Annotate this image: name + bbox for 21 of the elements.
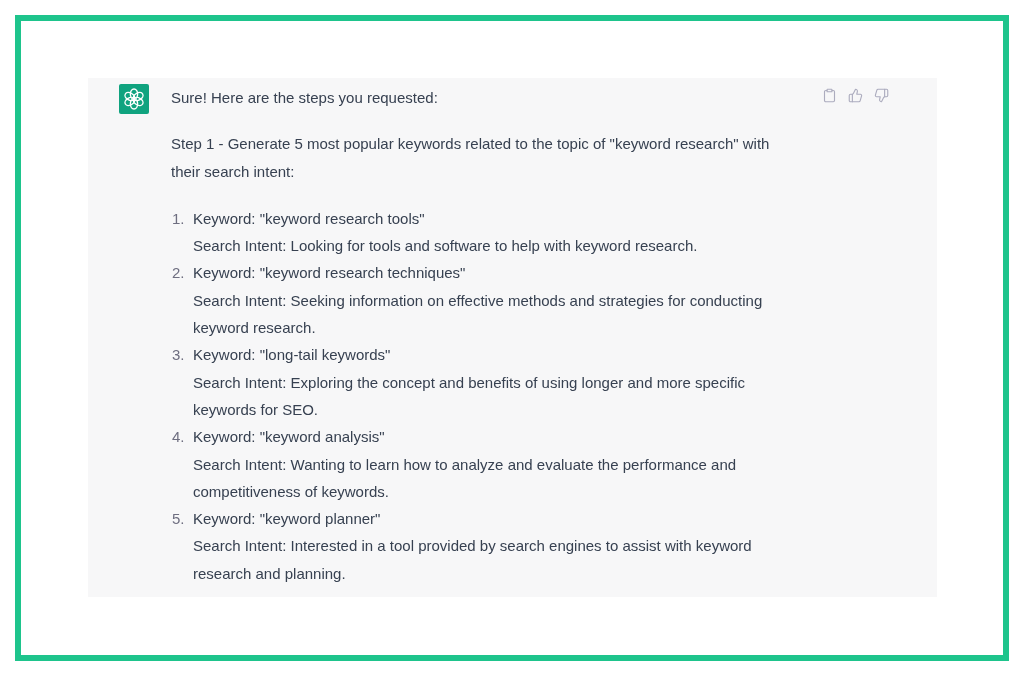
list-number: 2. bbox=[171, 263, 186, 284]
keyword-text: Keyword: "keyword planner" bbox=[193, 509, 382, 530]
keyword-text: Keyword: "long-tail keywords" bbox=[193, 345, 392, 366]
intent-text: Search Intent: Looking for tools and software to help with keyword research. bbox=[193, 236, 699, 257]
keyword-text: Keyword: "keyword research techniques" bbox=[193, 263, 467, 284]
intent-text: Search Intent: Interested in a tool provided by search engines to assist with keyword research and planning. bbox=[193, 536, 753, 584]
list-number: 1. bbox=[171, 208, 186, 229]
clipboard-icon[interactable] bbox=[822, 88, 837, 103]
list-number: 3. bbox=[171, 345, 186, 366]
intent-text: Search Intent: Exploring the concept and benefits of using longer and more specific keywords for SEO. bbox=[193, 372, 746, 420]
intent-text: Search Intent: Seeking information on effective methods and strategies for conducting keyword research. bbox=[193, 290, 764, 339]
knot-logo-icon bbox=[119, 84, 149, 114]
list-number: 4. bbox=[171, 427, 186, 448]
thumbs-down-icon[interactable] bbox=[874, 88, 889, 103]
intent-text: Search Intent: Wanting to learn how to analyze and evaluate the performance and competitiveness of keywords. bbox=[193, 454, 738, 502]
intro-text: Sure! Here are the steps you requested: bbox=[171, 88, 439, 108]
step-text: Step 1 - Generate 5 most popular keywords related to the topic of "keyword research" with their search intent: bbox=[171, 134, 771, 182]
keyword-text: Keyword: "keyword research tools" bbox=[193, 208, 426, 229]
thumbs-up-icon[interactable] bbox=[848, 88, 863, 103]
list-number: 5. bbox=[171, 509, 186, 530]
keyword-text: Keyword: "keyword analysis" bbox=[193, 427, 386, 448]
